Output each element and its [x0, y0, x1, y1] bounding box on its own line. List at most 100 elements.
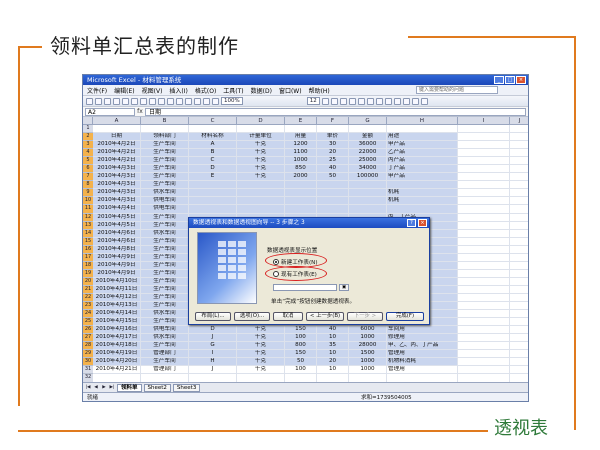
- cell[interactable]: 2000: [285, 173, 317, 181]
- cell[interactable]: 1000: [349, 366, 387, 374]
- cell[interactable]: 2010年4月4日: [93, 205, 141, 213]
- cell[interactable]: [189, 125, 237, 133]
- cell[interactable]: 生产车间: [141, 318, 189, 326]
- row-header[interactable]: 11: [83, 205, 93, 214]
- cell[interactable]: 千克: [237, 326, 285, 334]
- cell[interactable]: 2010年4月2日: [93, 149, 141, 157]
- cancel-button[interactable]: 取消: [273, 312, 303, 321]
- cell[interactable]: 生产车间: [141, 302, 189, 310]
- font-color-icon[interactable]: [420, 97, 428, 105]
- row-header[interactable]: 15: [83, 237, 93, 246]
- cell[interactable]: [510, 334, 528, 342]
- cell[interactable]: 2010年4月5日: [93, 213, 141, 221]
- col-header-h[interactable]: H: [387, 117, 458, 125]
- row-header[interactable]: 10: [83, 197, 93, 206]
- row-header[interactable]: 17: [83, 253, 93, 262]
- cell[interactable]: [458, 133, 510, 141]
- col-header-e[interactable]: E: [285, 117, 317, 125]
- next-sheet-icon[interactable]: ▶: [101, 384, 107, 391]
- cell[interactable]: [317, 374, 349, 382]
- cell[interactable]: [285, 125, 317, 133]
- cell[interactable]: [317, 125, 349, 133]
- cell[interactable]: I: [189, 350, 237, 358]
- cell[interactable]: 2010年4月9日: [93, 269, 141, 277]
- col-header-d[interactable]: D: [237, 117, 285, 125]
- cell[interactable]: [237, 189, 285, 197]
- cell[interactable]: 30: [317, 141, 349, 149]
- range-picker-icon[interactable]: ▣: [339, 284, 349, 291]
- menu-insert[interactable]: 插入(I): [169, 86, 187, 95]
- cell[interactable]: 2010年4月10日: [93, 277, 141, 285]
- cell[interactable]: 生产车间: [141, 173, 189, 181]
- align-left-icon[interactable]: [348, 97, 356, 105]
- cell[interactable]: 6000: [349, 326, 387, 334]
- cell[interactable]: A: [189, 141, 237, 149]
- cell[interactable]: 2010年4月5日: [93, 221, 141, 229]
- cell[interactable]: 2010年4月3日: [93, 189, 141, 197]
- cell[interactable]: 28000: [349, 342, 387, 350]
- new-icon[interactable]: [86, 97, 93, 105]
- fx-icon[interactable]: fx: [135, 108, 145, 115]
- cell[interactable]: 供水车间: [141, 310, 189, 318]
- cell[interactable]: [510, 125, 528, 133]
- cell[interactable]: [387, 374, 458, 382]
- tab-sheet2[interactable]: Sheet2: [143, 383, 171, 392]
- col-header-j[interactable]: J: [510, 117, 528, 125]
- cell[interactable]: 生产车间: [141, 293, 189, 302]
- cell[interactable]: [458, 342, 510, 350]
- row-header[interactable]: 25: [83, 318, 93, 327]
- cell[interactable]: [510, 253, 528, 261]
- cell[interactable]: [189, 205, 237, 213]
- cell[interactable]: [189, 197, 237, 205]
- cell[interactable]: 2010年4月9日: [93, 253, 141, 261]
- sort-asc-icon[interactable]: [194, 97, 201, 105]
- cell[interactable]: 领料部门: [141, 133, 189, 141]
- cell[interactable]: 管理用: [387, 350, 458, 358]
- cell[interactable]: 2010年4月9日: [93, 261, 141, 269]
- cell[interactable]: [349, 189, 387, 197]
- col-header-f[interactable]: F: [317, 117, 349, 125]
- next-button[interactable]: 下一步 >: [347, 312, 383, 321]
- copy-icon[interactable]: [149, 97, 156, 105]
- row-header[interactable]: 5: [83, 157, 93, 166]
- cell[interactable]: 生产车间: [141, 141, 189, 149]
- cell[interactable]: [458, 141, 510, 149]
- cell[interactable]: 甲产品: [387, 141, 458, 149]
- cell[interactable]: 生产车间: [141, 253, 189, 261]
- row-header[interactable]: 31: [83, 366, 93, 375]
- cell[interactable]: 生产车间: [141, 181, 189, 189]
- row-header[interactable]: 8: [83, 181, 93, 190]
- cell[interactable]: [510, 350, 528, 358]
- row-header[interactable]: 26: [83, 326, 93, 335]
- cell[interactable]: 2010年4月19日: [93, 350, 141, 358]
- cell[interactable]: 35: [317, 342, 349, 350]
- cell[interactable]: 丙产品: [387, 157, 458, 165]
- currency-icon[interactable]: [384, 97, 392, 105]
- location-input[interactable]: [273, 284, 337, 291]
- cell[interactable]: 生产车间: [141, 245, 189, 253]
- cell[interactable]: [510, 149, 528, 157]
- cell[interactable]: 千克: [237, 141, 285, 149]
- cell[interactable]: [349, 125, 387, 133]
- cell[interactable]: 2010年4月18日: [93, 342, 141, 350]
- cell[interactable]: [458, 173, 510, 181]
- cell[interactable]: [458, 334, 510, 342]
- cell[interactable]: 供电车间: [141, 205, 189, 213]
- col-header-c[interactable]: C: [189, 117, 237, 125]
- row-header[interactable]: 14: [83, 229, 93, 238]
- cell[interactable]: [458, 326, 510, 334]
- cell[interactable]: [458, 293, 510, 302]
- cell[interactable]: [141, 125, 189, 133]
- cell[interactable]: [237, 197, 285, 205]
- cell[interactable]: 2010年4月17日: [93, 334, 141, 342]
- save-icon[interactable]: [104, 97, 111, 105]
- layout-button[interactable]: 布局(L)...: [195, 312, 231, 321]
- cell[interactable]: [458, 205, 510, 213]
- formula-input[interactable]: 日期: [145, 107, 526, 116]
- cell[interactable]: [458, 157, 510, 165]
- cell[interactable]: 单价: [317, 133, 349, 141]
- bold-icon[interactable]: [321, 97, 329, 105]
- cell[interactable]: [458, 366, 510, 374]
- cell[interactable]: 50: [317, 173, 349, 181]
- cell[interactable]: 10: [317, 334, 349, 342]
